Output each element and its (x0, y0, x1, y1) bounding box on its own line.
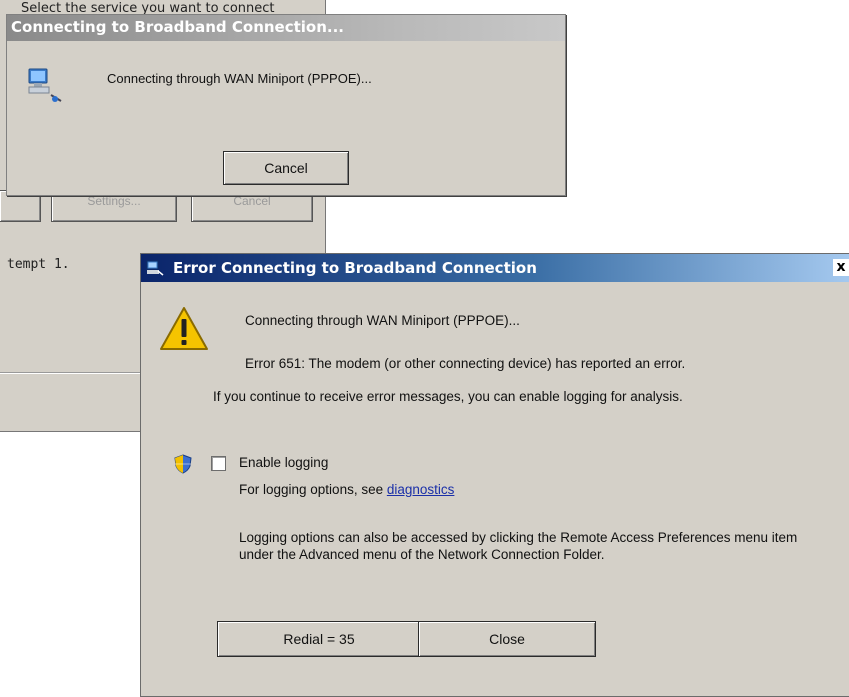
network-connection-icon (28, 68, 62, 102)
logging-note-text: Logging options can also be accessed by … (239, 530, 798, 562)
connecting-through-text: Connecting through WAN Miniport (PPPOE).… (245, 313, 520, 328)
connecting-title-bar[interactable]: Connecting to Broadband Connection... (7, 15, 565, 41)
connecting-title: Connecting to Broadband Connection... (11, 18, 345, 36)
error-message: Error 651: The modem (or other connectin… (245, 356, 686, 371)
error-dialog: Error Connecting to Broadband Connection… (140, 253, 849, 697)
close-icon[interactable]: x (833, 259, 849, 276)
enable-logging-checkbox[interactable] (211, 456, 226, 471)
warning-icon (160, 307, 208, 350)
diagnostics-link[interactable]: diagnostics (387, 482, 455, 497)
cancel-button[interactable]: Cancel (223, 151, 349, 185)
logging-options-text: For logging options, see diagnostics (239, 482, 455, 497)
logging-info-text: If you continue to receive error message… (213, 389, 683, 404)
connecting-message: Connecting through WAN Miniport (PPPOE).… (107, 71, 372, 86)
redial-button[interactable]: Redial = 35 (217, 621, 421, 657)
enable-logging-label[interactable]: Enable logging (239, 455, 328, 470)
error-title: Error Connecting to Broadband Connection (173, 259, 537, 277)
attempt-status-text: tempt 1. (7, 257, 70, 272)
close-button[interactable]: Close (418, 621, 596, 657)
network-connection-icon (146, 260, 164, 276)
connecting-dialog: Connecting to Broadband Connection... Co… (6, 14, 566, 196)
uac-shield-icon (174, 454, 192, 474)
error-title-bar[interactable]: Error Connecting to Broadband Connection… (141, 254, 849, 282)
